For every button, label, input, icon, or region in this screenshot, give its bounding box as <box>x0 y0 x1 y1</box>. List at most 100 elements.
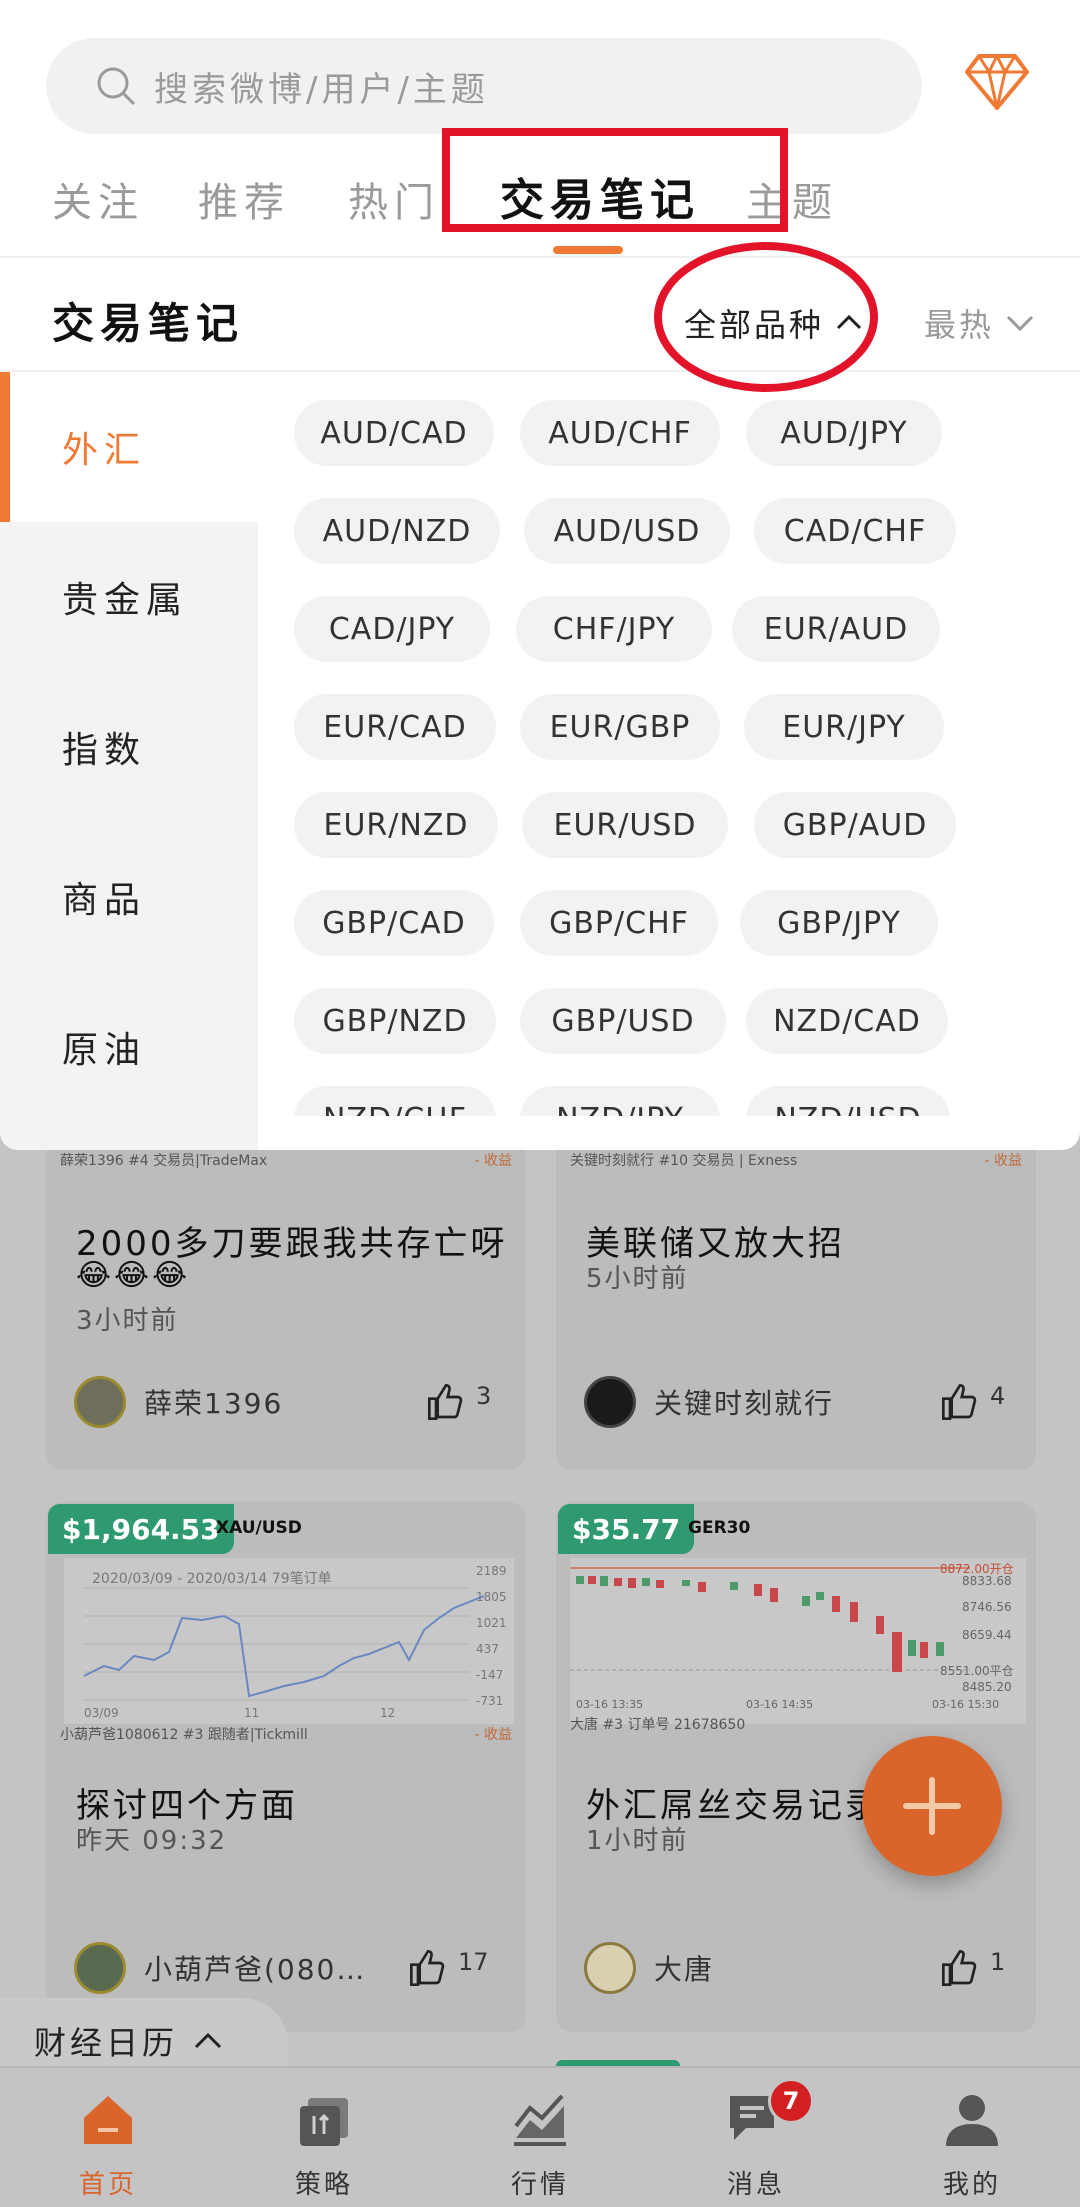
pair-chip[interactable]: NZD/CHF <box>294 1086 496 1116</box>
chart-time: 03-16 14:35 <box>746 1698 814 1711</box>
like-button[interactable]: 3 <box>426 1382 491 1422</box>
chart-levels: 2189 1805 1021 437 -147 -731 <box>476 1564 507 1708</box>
add-post-button[interactable] <box>862 1736 1002 1876</box>
like-count: 1 <box>990 1948 1006 1976</box>
pair-chip[interactable]: AUD/JPY <box>746 400 942 466</box>
like-count: 17 <box>458 1948 489 1976</box>
pair-chip[interactable]: NZD/JPY <box>520 1086 720 1116</box>
pair-chip[interactable]: AUD/CAD <box>294 400 494 466</box>
chart-time: 03-16 15:30 <box>932 1698 1000 1711</box>
sort-hottest[interactable]: 最热 <box>924 300 1036 346</box>
category-forex[interactable]: 外汇 <box>0 372 258 522</box>
instrument-grid: AUD/CAD AUD/CHF AUD/JPY AUD/NZD AUD/USD … <box>294 400 1054 1116</box>
post-author[interactable]: 薛荣1396 <box>74 1376 283 1428</box>
like-count: 3 <box>476 1382 492 1410</box>
post-time: 1小时前 <box>586 1826 689 1856</box>
nav-market[interactable]: 行情 <box>432 2068 648 2207</box>
nav-profile[interactable]: 我的 <box>864 2068 1080 2207</box>
pair-chip[interactable]: NZD/USD <box>746 1086 950 1116</box>
post-tag: - 收益 <box>984 1153 1022 1169</box>
nav-label: 行情 <box>510 2170 569 2200</box>
nav-label: 我的 <box>942 2170 1001 2200</box>
chevron-down-icon <box>1006 315 1034 332</box>
like-button[interactable]: 4 <box>940 1382 1005 1422</box>
pair-chip[interactable]: EUR/USD <box>522 792 728 858</box>
pair-chip[interactable]: EUR/AUD <box>732 596 940 662</box>
post-tag: - 收益 <box>474 1153 512 1169</box>
pair-chip[interactable]: AUD/USD <box>524 498 730 564</box>
pair-chip[interactable]: CHF/JPY <box>516 596 712 662</box>
nav-label: 策略 <box>294 2170 353 2200</box>
like-count: 4 <box>990 1382 1006 1410</box>
plus-icon <box>903 1777 961 1835</box>
pair-chip[interactable]: GBP/USD <box>520 988 726 1054</box>
category-label: 商品 <box>62 880 147 921</box>
pair-chip[interactable]: CAD/CHF <box>754 498 956 564</box>
active-tab-indicator <box>553 246 623 254</box>
post-card-3[interactable]: $1,964.53 XAU/USD 2020/03/09 - 2020/03/1… <box>46 1502 526 2032</box>
nav-label: 消息 <box>726 2170 785 2200</box>
pair-chip[interactable]: AUD/NZD <box>294 498 500 564</box>
pair-chip[interactable]: GBP/NZD <box>294 988 496 1054</box>
pair-chip[interactable]: GBP/CHF <box>520 890 718 956</box>
search-bar[interactable]: 搜索微博/用户/主题 <box>46 38 922 134</box>
post-author[interactable]: 大唐 <box>584 1942 714 1994</box>
thumbs-up-icon <box>428 1383 463 1420</box>
category-precious-metals[interactable]: 贵金属 <box>0 522 258 672</box>
nav-home[interactable]: 首页 <box>0 2068 216 2207</box>
post-meta: 关键时刻就行 #10 交易员 | Exness <box>570 1153 798 1169</box>
trade-chart: 8872.00开仓 8833.68 8746.56 8659.44 8551.0… <box>570 1558 1026 1724</box>
chart-level: 8659.44 <box>962 1628 1012 1642</box>
category-crude-oil[interactable]: 原油 <box>0 972 258 1122</box>
strategy-icon <box>300 2098 348 2146</box>
category-label: 贵金属 <box>62 580 189 621</box>
nav-strategy[interactable]: 策略 <box>216 2068 432 2207</box>
pair-chip[interactable]: EUR/GBP <box>520 694 720 760</box>
like-button[interactable]: 1 <box>940 1948 1005 1988</box>
avatar <box>584 1942 636 1994</box>
chart-level: 8746.56 <box>962 1600 1012 1614</box>
diamond-icon[interactable] <box>965 52 1029 112</box>
post-meta: 大唐 #3 订单号 21678650 <box>570 1717 746 1733</box>
chevron-up-icon <box>194 2032 222 2049</box>
like-button[interactable]: 17 <box>408 1948 489 1988</box>
pair-chip[interactable]: EUR/CAD <box>294 694 496 760</box>
post-emoji: 😂😂😂 <box>76 1258 191 1293</box>
pair-chip[interactable]: CAD/JPY <box>294 596 490 662</box>
post-card-1[interactable]: 薛荣1396 #4 交易员|TradeMax - 收益 2000多刀要跟我共存亡… <box>46 1140 526 1470</box>
pair-chip[interactable]: NZD/CAD <box>746 988 948 1054</box>
pair-chip[interactable]: GBP/CAD <box>294 890 494 956</box>
author-name: 小葫芦爸(080… <box>144 1953 367 1986</box>
market-icon <box>514 2094 566 2146</box>
symbol-label: XAU/USD <box>216 1518 302 1538</box>
category-label: 原油 <box>62 1030 147 1071</box>
pair-chip[interactable]: GBP/AUD <box>754 792 956 858</box>
price-badge: $1,964.53 <box>48 1504 234 1554</box>
post-author[interactable]: 关键时刻就行 <box>584 1376 834 1428</box>
chart-level: 8485.20 <box>962 1680 1012 1694</box>
pair-chip[interactable]: GBP/JPY <box>740 890 938 956</box>
thumbs-up-icon <box>942 1949 977 1986</box>
author-name: 大唐 <box>654 1953 715 1986</box>
chart-level: 8833.68 <box>962 1574 1012 1588</box>
pair-chip[interactable]: AUD/CHF <box>520 400 720 466</box>
category-commodities[interactable]: 商品 <box>0 822 258 972</box>
tab-recommended[interactable]: 推荐 <box>198 170 290 228</box>
search-icon <box>97 67 136 106</box>
active-category-indicator <box>0 372 10 522</box>
post-author[interactable]: 小葫芦爸(080… <box>74 1942 366 1994</box>
sort-label: 最热 <box>924 306 995 344</box>
category-indices[interactable]: 指数 <box>0 672 258 822</box>
profile-icon <box>946 2095 998 2146</box>
category-label: 指数 <box>62 730 147 771</box>
tab-hot[interactable]: 热门 <box>348 170 440 228</box>
tab-following[interactable]: 关注 <box>52 170 144 228</box>
home-icon <box>84 2096 132 2144</box>
post-card-2[interactable]: 关键时刻就行 #10 交易员 | Exness - 收益 美联储又放大招 5小时… <box>556 1140 1036 1470</box>
avatar <box>584 1376 636 1428</box>
pair-chip[interactable]: EUR/JPY <box>744 694 944 760</box>
symbol-label: GER30 <box>688 1518 751 1538</box>
pair-chip[interactable]: EUR/NZD <box>294 792 498 858</box>
post-time: 昨天 09:32 <box>76 1826 228 1856</box>
nav-messages[interactable]: 7 消息 <box>648 2068 864 2207</box>
